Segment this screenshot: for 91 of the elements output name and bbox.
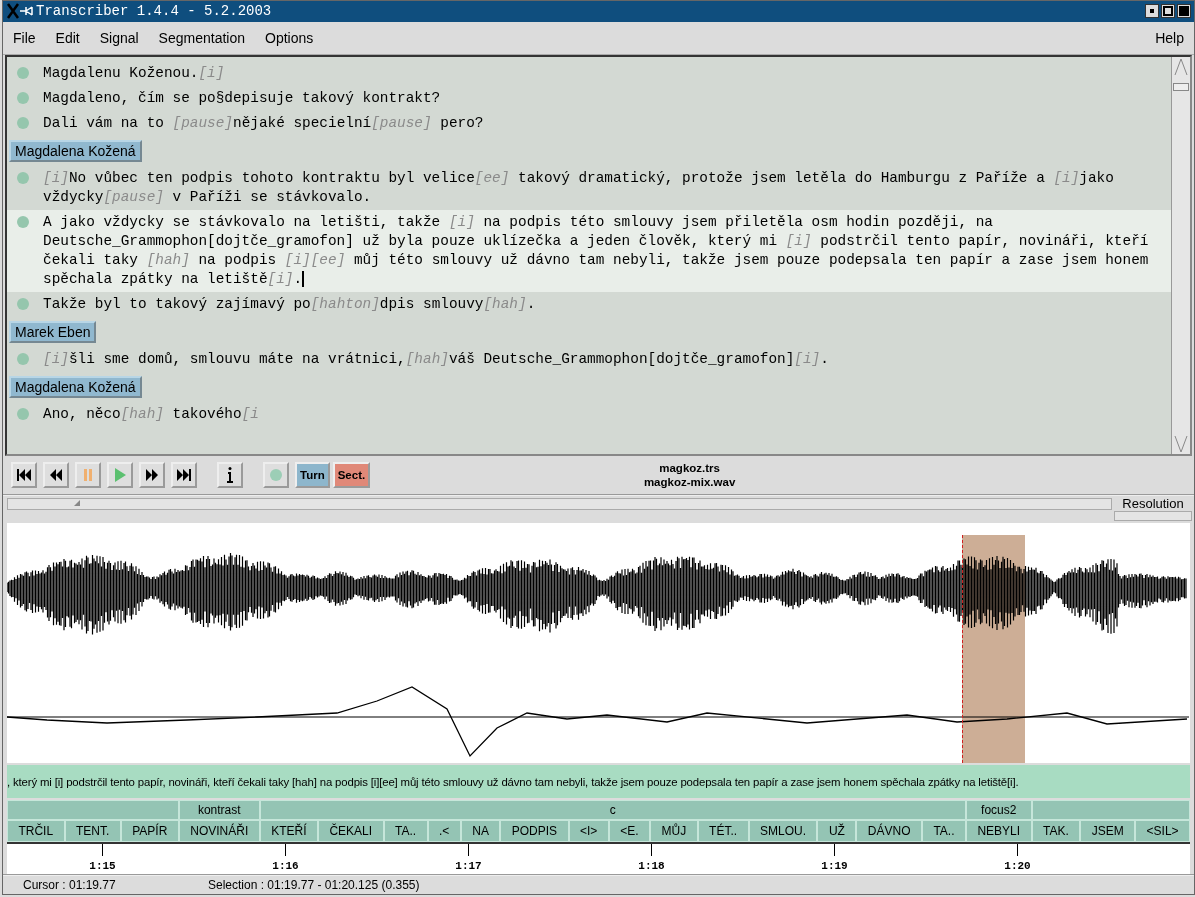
- time-label: 1:19: [821, 860, 848, 873]
- skip-forward-button[interactable]: [171, 461, 197, 488]
- word-cell[interactable]: NA: [460, 820, 501, 843]
- speaker-button[interactable]: Magdalena Kožená: [9, 375, 142, 398]
- segment-dot-icon[interactable]: [17, 215, 29, 228]
- time-label: 1:15: [89, 860, 116, 873]
- fast-forward-button[interactable]: [139, 461, 165, 488]
- segment-dot-button[interactable]: [263, 461, 289, 488]
- selection-range: Selection : 01:19.77 - 01:20.125 (0.355): [208, 878, 420, 892]
- segment-dot-icon[interactable]: [17, 66, 29, 79]
- tick-mark: [468, 844, 469, 857]
- word-cell[interactable]: <I>: [568, 820, 609, 843]
- word-cell[interactable]: PODPIS: [500, 820, 569, 843]
- word-cell[interactable]: TAK.: [1031, 820, 1081, 843]
- file-name: magkoz.trs: [659, 460, 720, 475]
- word-cell[interactable]: TENT.: [64, 820, 121, 843]
- play-button[interactable]: [107, 461, 133, 488]
- tick-mark: [285, 844, 286, 857]
- menu-item[interactable]: Edit: [55, 27, 80, 48]
- rewind-button[interactable]: [43, 461, 69, 488]
- word-cell[interactable]: MŮJ: [650, 820, 698, 843]
- word-cell[interactable]: .<: [427, 820, 461, 843]
- menu-item[interactable]: Segmentation: [158, 27, 245, 48]
- word-cell[interactable]: TRČIL: [7, 820, 65, 843]
- segment-text: [i]No vůbec ten podpis tohoto kontraktu byl velice[ee] takový dramatický, protože jsem letěla do Hamburgu z Paříže a [i]jako vždycky[pause] v Paříži se stávkovalo.: [43, 168, 1115, 207]
- segment-dot-icon[interactable]: [17, 116, 29, 129]
- segment-dot-icon[interactable]: [17, 352, 29, 365]
- segment-text: Magdalenu Koženou.[i]: [43, 63, 226, 83]
- tick-mark: [834, 844, 835, 857]
- section-cell[interactable]: [1031, 800, 1190, 821]
- skip-back-button[interactable]: [11, 461, 37, 488]
- word-cell[interactable]: PAPÍR: [120, 820, 179, 843]
- menu-item[interactable]: File: [13, 27, 36, 48]
- word-cell[interactable]: NEBYLI: [965, 820, 1032, 843]
- scroll-ruler[interactable]: [7, 497, 1112, 510]
- section-cell[interactable]: c: [259, 800, 966, 821]
- window-title: Transcriber 1.4.4 - 5.2.2003: [36, 3, 272, 20]
- cursor-line[interactable]: [962, 534, 963, 764]
- segment-text: Takže byl to takový zajímavý po[hahton]dpis smlouvy[hah].: [43, 294, 537, 314]
- maximize-icon: [1162, 5, 1174, 18]
- speaker-button[interactable]: Magdalena Kožená: [9, 139, 142, 162]
- word-cell[interactable]: DÁVNO: [856, 820, 922, 843]
- tick-mark: [651, 844, 652, 857]
- segment-text: [i]šli sme domů, smlouvu máte na vrátnici,[hah]váš Deutsche_Grammophon[dojtče_gramofon][i].: [43, 349, 830, 369]
- word-cell[interactable]: TA..: [383, 820, 428, 843]
- minimize-button[interactable]: [1145, 4, 1159, 19]
- section-cell[interactable]: kontrast: [178, 800, 260, 821]
- cursor-position: Cursor : 01:19.77: [23, 878, 117, 892]
- section-button[interactable]: Sect.: [332, 461, 371, 488]
- word-cell[interactable]: <SIL>: [1135, 820, 1190, 843]
- word-cell[interactable]: <E.: [608, 820, 651, 843]
- segment-dot-icon[interactable]: [17, 407, 29, 420]
- section-cell[interactable]: [7, 800, 179, 821]
- segment-dot-icon[interactable]: [17, 171, 29, 184]
- ruler-marker-icon: [74, 499, 80, 506]
- menu-item[interactable]: Signal: [99, 27, 139, 48]
- word-cell[interactable]: UŽ: [817, 820, 857, 843]
- speaker-button[interactable]: Marek Eben: [9, 320, 97, 343]
- section-cell[interactable]: focus2: [965, 800, 1032, 821]
- tick-mark: [102, 844, 103, 857]
- word-cell[interactable]: NOVINÁŘI: [178, 820, 260, 843]
- scrollbar-thumb[interactable]: [1173, 82, 1189, 91]
- time-label: 1:17: [455, 860, 482, 873]
- segment-dot-icon[interactable]: [17, 91, 29, 104]
- file-name: magkoz-mix.wav: [643, 474, 736, 489]
- segment-dot-icon[interactable]: [17, 297, 29, 310]
- menu-item[interactable]: Options: [265, 27, 314, 48]
- close-icon: [1178, 5, 1190, 18]
- maximize-button[interactable]: [1161, 4, 1175, 19]
- time-label: 1:18: [638, 860, 665, 873]
- close-button[interactable]: [1177, 4, 1191, 19]
- turn-button[interactable]: Turn: [295, 461, 330, 488]
- segment-text: A jako vždycky se stávkovalo na letišti, takže [i] na podpis této smlouvy jsem přiletěla osm hodin později, na Deutsche_Grammophon[dojtče_gramofon] už byla pouze uklízečka a jeden člověk, který mi [i] podstrčil tento papír, novináři, kteří čekali taky [hah] na podpis [i][ee] můj této smlouvy už dávno tam nebyli, takže jsem pouze podepsala ten papír a zase jsem honem spěchala zpátky na letiště[i].: [43, 212, 1150, 289]
- word-cell[interactable]: KTEŘÍ: [259, 820, 318, 843]
- pause-button[interactable]: [75, 461, 101, 488]
- segment-transcript: , který mi [i] podstrčil tento papír, novináři, kteří čekali taky [hah] na podpis [i][ee] můj této smlouvy už dávno tam nebyli, takže jsem pouze podepsala ten papír a zase jsem honem spěchala zpátky na letiště[i].: [7, 775, 1019, 788]
- x-logo-icon: [6, 3, 34, 20]
- word-cell[interactable]: SMLOU.: [748, 820, 818, 843]
- segment-text: Dali vám na to [pause]nějaké specielní[pause] pero?: [43, 113, 485, 133]
- time-label: 1:20: [1004, 860, 1031, 873]
- segment-text: Ano, něco[hah] takového[i: [43, 404, 260, 424]
- word-cell[interactable]: TÉT..: [697, 820, 749, 843]
- word-cell[interactable]: TA..: [921, 820, 966, 843]
- word-cell[interactable]: ČEKALI: [317, 820, 384, 843]
- help-menu[interactable]: Help: [1155, 27, 1184, 48]
- word-cell[interactable]: JSEM: [1080, 820, 1136, 843]
- info-button[interactable]: [217, 461, 243, 488]
- tick-mark: [1017, 844, 1018, 857]
- time-label: 1:16: [272, 860, 299, 873]
- resolution-label: Resolution: [1122, 495, 1184, 511]
- segment-text: Magdaleno, čím se po§depisuje takový kontrakt?: [43, 88, 442, 108]
